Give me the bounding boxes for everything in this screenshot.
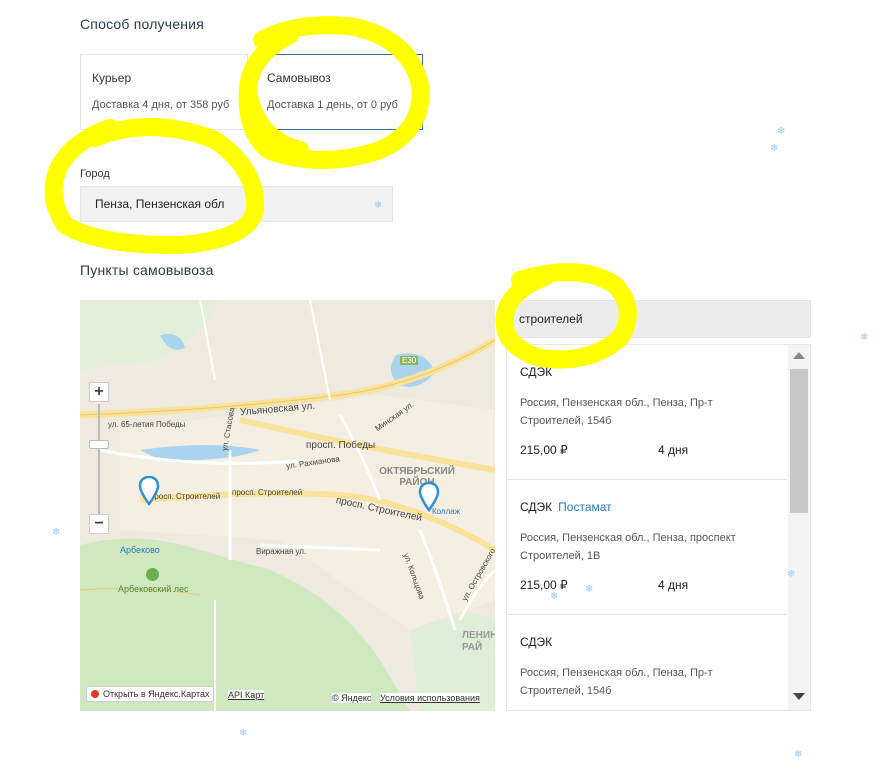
delivery-method-title: Способ получения [80,16,204,32]
zoom-out-button[interactable]: − [89,514,109,534]
snowflake-icon: ❄ [585,584,594,595]
pickup-address: Россия, Пензенская обл., Пенза, Пр-т Стр… [520,667,713,697]
delivery-option-pickup[interactable]: Самовывоз Доставка 1 день, от 0 руб [255,54,423,130]
snowflake-icon: ❄ [239,728,248,739]
delivery-option-detail: Доставка 4 дня, от 358 руб [92,99,230,111]
pickup-point-card[interactable]: СДЭК Постамат Россия, Пензенская обл., Пе… [507,480,787,615]
pickup-point-card[interactable]: СДЭК Россия, Пензенская обл., Пенза, Пр-… [507,345,787,480]
triangle-up-icon[interactable] [793,352,805,359]
location-icon [91,690,99,698]
open-in-yandex-label: Открыть в Яндекс.Картах [103,689,210,699]
pickup-points-title: Пункты самовывоза [80,262,214,278]
city-label: Город [80,168,110,180]
snowflake-icon: ❄ [52,527,61,538]
map-label: Виражная ул. [256,547,307,556]
pickup-provider: СДЭК [520,365,552,379]
delivery-option-detail: Доставка 1 день, от 0 руб [267,99,398,111]
scrollbar-thumb[interactable] [790,369,808,513]
snowflake-icon: ❄ [777,126,786,137]
pickup-provider: СДЭК Постамат [520,500,612,514]
map-label: просп. Строителей [150,492,221,501]
zoom-slider-thumb[interactable] [89,440,109,449]
map-label: Арбеково [120,545,160,555]
triangle-down-icon[interactable] [793,693,805,700]
snowflake-icon: ❄ [787,569,796,580]
snowflake-icon: ❄ [860,332,869,343]
zoom-in-button[interactable]: + [89,382,109,402]
park-icon [146,568,159,581]
map[interactable]: E30 Ульяновская ул. ул. 65-летия Победы … [80,300,495,711]
pickup-type-tag: Постамат [558,500,612,514]
delivery-option-label: Самовывоз [267,71,331,85]
pickup-address: Россия, Пензенская обл., Пенза, Пр-т Стр… [520,397,713,427]
snowflake-icon: ❄ [794,749,803,760]
map-pin-icon[interactable] [138,476,160,506]
pickup-days: 4 дня [658,578,689,592]
api-link[interactable]: API Карт [228,690,265,700]
pickup-days: 4 дня [658,443,689,457]
zoom-slider-track[interactable] [98,404,100,514]
pickup-search-input[interactable] [506,300,811,338]
map-label: E30 [400,356,419,365]
map-label: просп. Победы [306,440,376,451]
delivery-option-label: Курьер [92,71,132,85]
snowflake-icon: ❄ [770,143,779,154]
map-label: ЛЕНИН РАЙ [462,630,495,653]
snowflake-icon: ❄ [550,591,559,602]
map-label: ОКТЯБРЬСКИЙ РАЙОН [379,466,455,488]
map-copyright: © Яндекс [332,693,372,703]
results-scrollbar[interactable] [788,345,810,710]
map-label: Арбековский лес [118,584,189,594]
pickup-provider: СДЭК [520,635,552,649]
city-input[interactable] [80,186,393,222]
provider-name: СДЭК [520,365,553,379]
delivery-option-courier[interactable]: Курьер Доставка 4 дня, от 358 руб [80,54,248,130]
pickup-point-card[interactable]: СДЭК Россия, Пензенская обл., Пенза, Пр-… [507,615,787,710]
provider-name: СДЭК [520,635,553,649]
pickup-price: 215,00 ₽ [520,443,568,457]
map-label: ул. 65-летия Победы [108,420,186,429]
pickup-price: 215,00 ₽ [520,578,568,592]
map-label: просп. Строителей [232,488,303,497]
terms-link[interactable]: Условия использования [380,693,480,703]
snowflake-icon: ❄ [374,200,383,211]
open-in-yandex-button[interactable]: Открыть в Яндекс.Картах [86,686,215,702]
pickup-results-list: СДЭК Россия, Пензенская обл., Пенза, Пр-… [506,344,811,711]
provider-name: СДЭК [520,500,553,514]
pickup-address: Россия, Пензенская обл., Пенза, проспект… [520,532,736,562]
map-pin-icon[interactable] [418,482,440,512]
